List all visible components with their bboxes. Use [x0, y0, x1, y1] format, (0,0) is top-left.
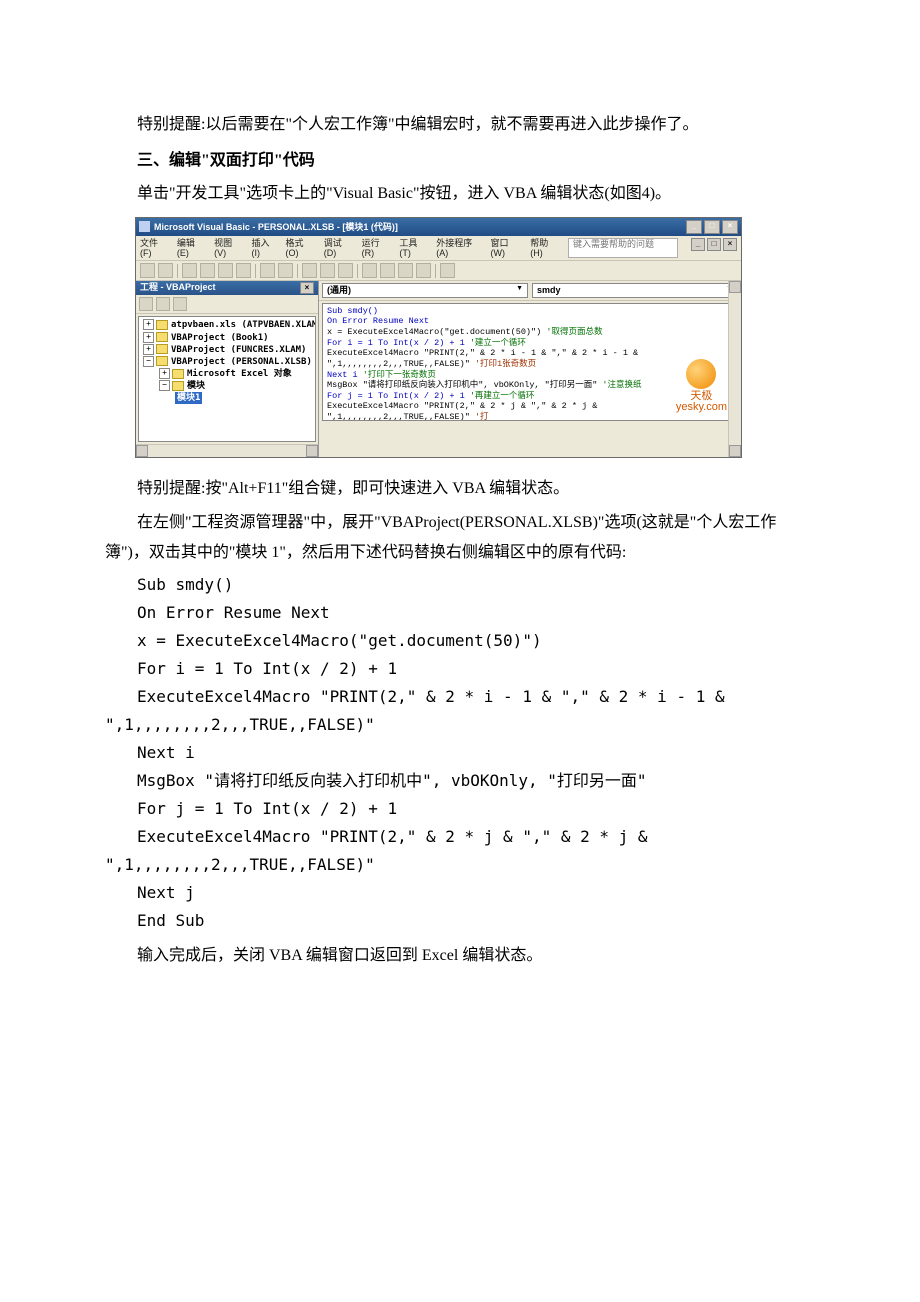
toolbar-separator [435, 264, 436, 278]
tree-node-personal[interactable]: VBAProject (PERSONAL.XLSB) [171, 357, 312, 367]
object-dropdown[interactable]: (通用) ▼ [322, 283, 528, 297]
tree-node[interactable]: VBAProject (FUNCRES.XLAM) [171, 345, 306, 355]
toolbar-icon[interactable] [158, 263, 173, 278]
toolbar-icon[interactable] [398, 263, 413, 278]
document-page: 特别提醒:以后需要在"个人宏工作簿"中编辑宏时，就不需要再进入此步操作了。 三、… [0, 0, 920, 1035]
toolbar-icon[interactable] [182, 263, 197, 278]
help-search-box[interactable]: 键入需要帮助的问题 [568, 238, 678, 259]
toolbar [136, 261, 741, 281]
code-line: Next i [105, 739, 815, 767]
code-editor[interactable]: Sub smdy() On Error Resume Next x = Exec… [322, 303, 738, 421]
scroll-up-button[interactable] [729, 281, 741, 293]
toolbar-separator [255, 264, 256, 278]
procedure-dropdown[interactable]: smdy ▼ [532, 283, 738, 297]
toolbar-separator [297, 264, 298, 278]
menu-run[interactable]: 运行(R) [362, 238, 391, 259]
vba-code-listing: Sub smdy() On Error Resume Next x = Exec… [105, 571, 815, 935]
menu-format[interactable]: 格式(O) [286, 238, 315, 259]
vba-editor-window: Microsoft Visual Basic - PERSONAL.XLSB -… [135, 217, 742, 459]
code-line: Next j [105, 879, 815, 907]
scroll-down-button[interactable] [729, 445, 741, 457]
watermark: 天极 yesky.com [676, 359, 727, 414]
workspace: 工程 - VBAProject × +atpvbaen.xls (ATPVBAE… [136, 281, 741, 457]
paragraph-instruction: 在左侧"工程资源管理器"中，展开"VBAProject(PERSONAL.XLS… [105, 508, 815, 567]
app-icon [139, 221, 150, 232]
paragraph-reminder-1: 特别提醒:以后需要在"个人宏工作簿"中编辑宏时，就不需要再进入此步操作了。 [105, 110, 815, 140]
code-line-wrap: ",1,,,,,,,,2,,,TRUE,,FALSE)" [105, 711, 815, 739]
minimize-button[interactable]: _ [686, 220, 702, 234]
window-title: Microsoft Visual Basic - PERSONAL.XLSB -… [154, 222, 686, 232]
code-line: MsgBox "请将打印纸反向装入打印机中", vbOKOnly, "打印另一面… [105, 767, 815, 795]
menu-addins[interactable]: 外接程序(A) [436, 238, 481, 259]
close-button[interactable]: × [722, 220, 738, 234]
menu-bar: 文件(F) 编辑(E) 视图(V) 插入(I) 格式(O) 调试(D) 运行(R… [136, 236, 741, 262]
tree-node-modules[interactable]: 模块 [187, 381, 205, 391]
toolbar-icon[interactable] [416, 263, 431, 278]
menu-edit[interactable]: 编辑(E) [177, 238, 205, 259]
code-line: Sub smdy() [105, 571, 815, 599]
toolbar-icon[interactable] [200, 263, 215, 278]
code-line: On Error Resume Next [105, 599, 815, 627]
watermark-logo-icon [686, 359, 716, 389]
menu-file[interactable]: 文件(F) [140, 238, 168, 259]
tree-node[interactable]: atpvbaen.xls (ATPVBAEN.XLAM) [171, 320, 316, 330]
toolbar-icon[interactable] [236, 263, 251, 278]
code-line: For i = 1 To Int(x / 2) + 1 [105, 655, 815, 683]
tree-node[interactable]: Microsoft Excel 对象 [187, 369, 292, 379]
toolbar-icon[interactable] [278, 263, 293, 278]
toolbar-icon[interactable] [140, 263, 155, 278]
paragraph-close: 输入完成后，关闭 VBA 编辑窗口返回到 Excel 编辑状态。 [105, 941, 815, 971]
menu-view[interactable]: 视图(V) [214, 238, 242, 259]
project-explorer-label: 工程 - VBAProject [140, 282, 216, 294]
menu-help[interactable]: 帮助(H) [530, 238, 559, 259]
toolbar-run-icon[interactable] [302, 263, 317, 278]
object-dropdown-value: (通用) [327, 285, 351, 295]
scrollbar-horizontal[interactable] [136, 444, 318, 457]
maximize-button[interactable]: □ [704, 220, 720, 234]
toolbar-help-icon[interactable] [440, 263, 455, 278]
toolbar-separator [177, 264, 178, 278]
code-line: ExecuteExcel4Macro "PRINT(2," & 2 * j & … [105, 823, 815, 851]
scroll-left-button[interactable] [136, 445, 148, 457]
view-code-icon[interactable] [139, 297, 153, 311]
toolbar-icon[interactable] [260, 263, 275, 278]
tree-node-module1[interactable]: 模块1 [175, 392, 202, 404]
scroll-right-button[interactable] [306, 445, 318, 457]
child-close-button[interactable]: × [723, 238, 737, 251]
tree-node[interactable]: VBAProject (Book1) [171, 333, 269, 343]
watermark-url: yesky.com [676, 402, 727, 414]
toolbar-icon[interactable] [380, 263, 395, 278]
code-line: For j = 1 To Int(x / 2) + 1 [105, 795, 815, 823]
chevron-down-icon: ▼ [516, 285, 523, 295]
menu-debug[interactable]: 调试(D) [324, 238, 353, 259]
toolbar-separator [357, 264, 358, 278]
paragraph-intro: 单击"开发工具"选项卡上的"Visual Basic"按钮，进入 VBA 编辑状… [105, 179, 815, 209]
toolbar-stop-icon[interactable] [338, 263, 353, 278]
procedure-dropdown-value: smdy [537, 285, 561, 295]
code-line: End Sub [105, 907, 815, 935]
child-minimize-button[interactable]: _ [691, 238, 705, 251]
code-line-wrap: ",1,,,,,,,,2,,,TRUE,,FALSE)" [105, 851, 815, 879]
toolbar-icon[interactable] [362, 263, 377, 278]
project-explorer-title[interactable]: 工程 - VBAProject × [136, 281, 318, 295]
toolbar-icon[interactable] [218, 263, 233, 278]
heading-section-3: 三、编辑"双面打印"代码 [105, 146, 815, 176]
toolbar-pause-icon[interactable] [320, 263, 335, 278]
project-explorer-toolbar [136, 295, 318, 314]
code-line: ExecuteExcel4Macro "PRINT(2," & 2 * i - … [105, 683, 815, 711]
paragraph-reminder-2: 特别提醒:按"Alt+F11"组合键，即可快速进入 VBA 编辑状态。 [105, 474, 815, 504]
menu-window[interactable]: 窗口(W) [491, 238, 522, 259]
panel-close-icon[interactable]: × [300, 282, 314, 294]
child-restore-button[interactable]: □ [707, 238, 721, 251]
menu-tools[interactable]: 工具(T) [399, 238, 427, 259]
code-line: x = ExecuteExcel4Macro("get.document(50)… [105, 627, 815, 655]
view-object-icon[interactable] [156, 297, 170, 311]
code-pane: (通用) ▼ smdy ▼ Sub smdy() On Error Resume… [319, 281, 741, 457]
menu-insert[interactable]: 插入(I) [252, 238, 277, 259]
toggle-folders-icon[interactable] [173, 297, 187, 311]
window-titlebar[interactable]: Microsoft Visual Basic - PERSONAL.XLSB -… [136, 218, 741, 236]
scrollbar-vertical[interactable] [728, 281, 741, 457]
project-tree[interactable]: +atpvbaen.xls (ATPVBAEN.XLAM) +VBAProjec… [138, 316, 316, 442]
project-explorer: 工程 - VBAProject × +atpvbaen.xls (ATPVBAE… [136, 281, 319, 457]
